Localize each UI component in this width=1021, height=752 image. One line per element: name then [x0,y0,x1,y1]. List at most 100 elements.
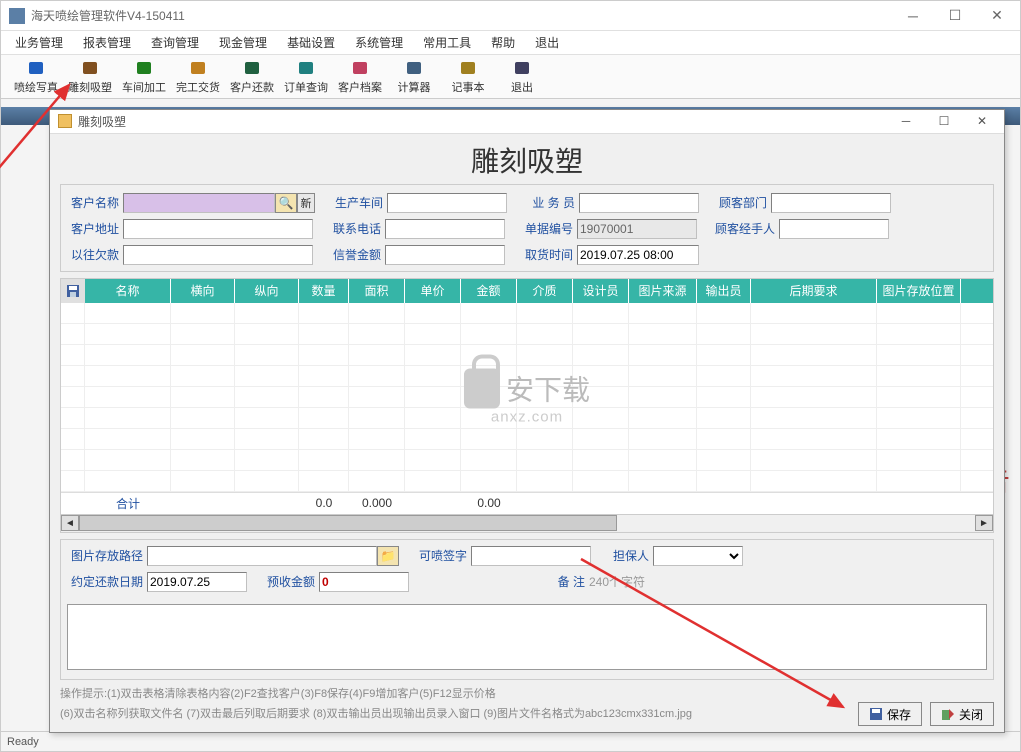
menu-2[interactable]: 查询管理 [141,31,209,54]
grid-scrollbar[interactable]: ◄ ► [61,514,993,532]
col-vertical[interactable]: 纵向 [235,279,299,303]
app-icon [9,8,25,24]
watermark-text: 安下载 [506,369,590,409]
debt-input[interactable] [123,245,313,265]
main-window: 海天喷绘管理软件V4-150411 ─ ☐ ✕ 业务管理报表管理查询管理现金管理… [0,0,1021,752]
toolbar-user-button[interactable]: 客户还款 [225,57,279,97]
scroll-left-button[interactable]: ◄ [61,515,79,531]
sum-area: 0.000 [349,496,405,510]
toolbar-contacts-button[interactable]: 客户档案 [333,57,387,97]
repay-date-input[interactable] [147,572,247,592]
prepay-label: 预收金额 [263,573,319,590]
toolbar-package-button[interactable]: 完工交货 [171,57,225,97]
sum-label: 合计 [85,495,171,512]
img-path-input[interactable] [147,546,377,566]
pickup-input[interactable] [577,245,699,265]
remark-textarea[interactable] [67,604,987,670]
table-row[interactable] [61,324,993,345]
save-button[interactable]: 保存 [858,702,922,726]
menu-8[interactable]: 退出 [525,31,569,54]
col-designer[interactable]: 设计员 [573,279,629,303]
table-row[interactable] [61,471,993,492]
toolbar-gear-button[interactable]: 车间加工 [117,57,171,97]
col-output[interactable]: 输出员 [697,279,751,303]
menu-7[interactable]: 帮助 [481,31,525,54]
customer-lookup-button[interactable]: 🔍 [275,193,297,213]
dept-input[interactable] [771,193,891,213]
col-img-location[interactable]: 图片存放位置 [877,279,961,303]
col-qty[interactable]: 数量 [299,279,349,303]
sponsor-label: 担保人 [607,547,653,564]
credit-input[interactable] [385,245,505,265]
close-button[interactable]: ✕ [982,5,1012,27]
minimize-button[interactable]: ─ [898,5,928,27]
bottom-form-section: 图片存放路径 📁 可喷签字 担保人 约定还款日期 [60,539,994,680]
dept-label: 顾客部门 [715,194,771,211]
title-bar: 海天喷绘管理软件V4-150411 ─ ☐ ✕ [1,1,1020,31]
close-dialog-button[interactable]: 关闭 [930,702,994,726]
sponsor-select[interactable] [653,546,743,566]
prepay-input[interactable] [319,572,409,592]
menu-3[interactable]: 现金管理 [209,31,277,54]
img-path-browse-button[interactable]: 📁 [377,546,399,566]
col-amount[interactable]: 金额 [461,279,517,303]
form-section: 客户名称 🔍 新 生产车间 业 务 员 顾客部门 [60,184,994,272]
table-row[interactable] [61,345,993,366]
customer-new-button[interactable]: 新 [297,193,315,213]
menu-4[interactable]: 基础设置 [277,31,345,54]
toolbar-barcode-button[interactable]: 雕刻吸塑 [63,57,117,97]
exit-icon [941,707,955,721]
user-icon [242,59,262,77]
toolbar: 喷绘写真雕刻吸塑车间加工完工交货客户还款订单查询客户档案计算器记事本退出 [1,55,1020,99]
calculator-icon [404,59,424,77]
hint-line2: (6)双击名称列获取文件名 (7)双击最后列取后期要求 (8)双击输出员出现输出… [60,706,692,723]
handler-input[interactable] [779,219,889,239]
toolbar-notebook-button[interactable]: 记事本 [441,57,495,97]
bill-no-input [577,219,697,239]
notebook-icon [458,59,478,77]
table-row[interactable] [61,303,993,324]
table-row[interactable] [61,450,993,471]
col-price[interactable]: 单价 [405,279,461,303]
toolbar-label: 记事本 [452,79,485,95]
scroll-right-button[interactable]: ► [975,515,993,531]
status-bar: Ready [1,731,1020,751]
toolbar-label: 订单查询 [284,79,328,95]
menu-0[interactable]: 业务管理 [5,31,73,54]
menu-1[interactable]: 报表管理 [73,31,141,54]
scroll-thumb[interactable] [79,515,617,531]
col-img-source[interactable]: 图片来源 [629,279,697,303]
customer-name-input[interactable] [123,193,275,213]
workshop-input[interactable] [387,193,507,213]
grid-body[interactable]: 安下载 anxz.com [61,303,993,492]
scroll-track[interactable] [79,515,975,531]
phone-input[interactable] [385,219,505,239]
col-post-req[interactable]: 后期要求 [751,279,877,303]
toolbar-calendar-button[interactable]: 订单查询 [279,57,333,97]
col-name[interactable]: 名称 [85,279,171,303]
toolbar-label: 客户还款 [230,79,274,95]
toolbar-label: 车间加工 [122,79,166,95]
toolbar-label: 喷绘写真 [14,79,58,95]
col-area[interactable]: 面积 [349,279,405,303]
grid-save-icon[interactable] [61,279,85,303]
content-area: 告 雕刻吸塑 ─ ☐ ✕ 雕刻吸塑 客户名称 🔍 [1,99,1020,731]
address-input[interactable] [123,219,313,239]
col-medium[interactable]: 介质 [517,279,573,303]
menu-6[interactable]: 常用工具 [413,31,481,54]
toolbar-exit-button[interactable]: 退出 [495,57,549,97]
dialog-close-button[interactable]: ✕ [968,111,996,131]
sum-qty: 0.0 [299,496,349,510]
col-horizontal[interactable]: 横向 [171,279,235,303]
operation-hints: 操作提示:(1)双击表格清除表格内容(2)F2查找客户(3)F8保存(4)F9增… [60,686,994,727]
salesman-input[interactable] [579,193,699,213]
dialog-maximize-button[interactable]: ☐ [930,111,958,131]
menu-bar: 业务管理报表管理查询管理现金管理基础设置系统管理常用工具帮助退出 [1,31,1020,55]
toolbar-calculator-button[interactable]: 计算器 [387,57,441,97]
menu-5[interactable]: 系统管理 [345,31,413,54]
maximize-button[interactable]: ☐ [940,5,970,27]
dialog-minimize-button[interactable]: ─ [892,111,920,131]
table-row[interactable] [61,429,993,450]
toolbar-print-button[interactable]: 喷绘写真 [9,57,63,97]
signable-input[interactable] [471,546,591,566]
